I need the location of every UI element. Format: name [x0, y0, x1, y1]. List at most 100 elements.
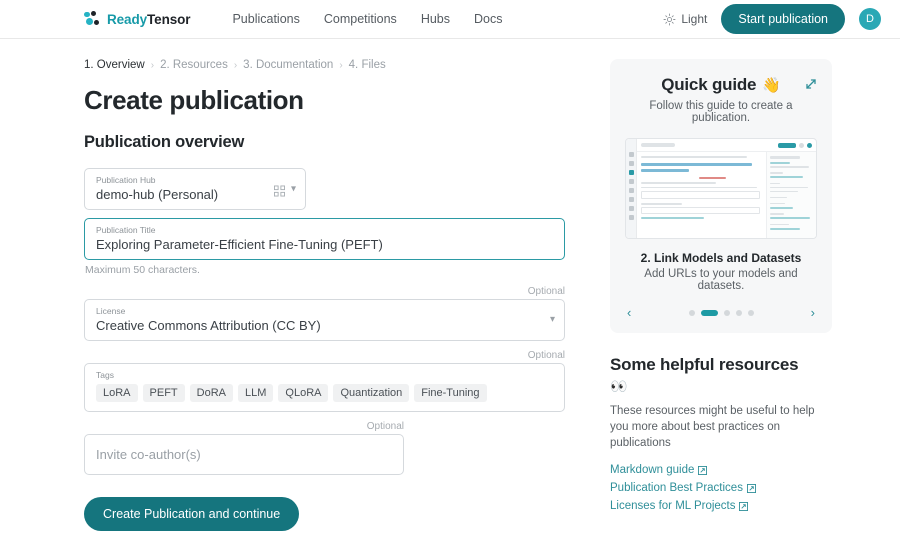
tags-input[interactable]: Tags LoRA PEFT DoRA LLM QLoRA Quantizati…	[84, 363, 565, 412]
tag-chip[interactable]: Quantization	[333, 384, 410, 402]
carousel-dot-active[interactable]	[700, 309, 718, 316]
thumbnail-topbar	[637, 139, 816, 152]
waving-hand-icon: 👋	[762, 77, 781, 94]
publication-hub-icons: ▾	[273, 184, 296, 197]
nav-item-hubs[interactable]: Hubs	[421, 12, 450, 26]
page-title: Create publication	[84, 85, 304, 115]
expand-arrows-icon[interactable]	[804, 77, 818, 91]
quick-guide-slide-description: Add URLs to your models and datasets.	[644, 268, 798, 292]
coauthors-field: Optional Invite co-author(s)	[84, 421, 404, 475]
brand-logo[interactable]: ReadyTensor	[84, 10, 191, 28]
publication-title-value: Exploring Parameter-Efficient Fine-Tunin…	[96, 237, 383, 252]
resource-link-publication-best-practices[interactable]: Publication Best Practices	[610, 482, 832, 494]
carousel-dots	[688, 309, 754, 316]
breadcrumb-item-files[interactable]: 4. Files	[349, 59, 386, 71]
chevron-down-icon[interactable]: ▾	[291, 184, 296, 194]
breadcrumb-separator: ›	[233, 59, 238, 71]
header-actions: Light Start publication D	[663, 4, 881, 34]
theme-toggle-label: Light	[681, 12, 708, 26]
external-link-icon	[739, 501, 749, 511]
carousel-dot[interactable]	[723, 309, 730, 316]
eyes-icon: 👀	[610, 378, 628, 394]
publication-title-helper: Maximum 50 characters.	[85, 264, 200, 276]
thumbnail-columns	[637, 152, 816, 238]
license-icons: ▾	[550, 315, 555, 325]
thumbnail-details-panel	[766, 152, 816, 238]
grid-apps-icon[interactable]	[273, 184, 285, 197]
start-publication-button[interactable]: Start publication	[721, 4, 845, 34]
helpful-resources-section: Some helpful resources 👀 These resources…	[610, 355, 832, 512]
nav-item-competitions[interactable]: Competitions	[324, 12, 397, 26]
nav-item-publications[interactable]: Publications	[232, 12, 299, 26]
breadcrumb-separator: ›	[150, 59, 155, 71]
helpful-resources-links: Markdown guide Publication Best Practice…	[610, 464, 832, 512]
breadcrumb-separator: ›	[339, 59, 343, 71]
breadcrumb-item-overview[interactable]: 1. Overview	[84, 59, 145, 71]
quick-guide-subtitle: Follow this guide to create a publicatio…	[649, 100, 793, 124]
license-label: License	[96, 306, 126, 316]
section-title: Publication overview	[84, 133, 245, 151]
tag-chip[interactable]: LLM	[238, 384, 274, 402]
tag-chip[interactable]: LoRA	[96, 384, 138, 402]
tag-chip[interactable]: PEFT	[142, 384, 185, 402]
carousel-dot[interactable]	[688, 309, 695, 316]
quick-guide-carousel: ‹ ›	[624, 306, 818, 319]
tag-chip[interactable]: DoRA	[189, 384, 233, 402]
tag-chip[interactable]: Fine-Tuning	[414, 384, 487, 402]
helpful-resources-title: Some helpful resources	[610, 355, 799, 374]
publication-title-input[interactable]: Publication Title Exploring Parameter-Ef…	[84, 218, 565, 260]
thumbnail-side-rail	[626, 139, 637, 238]
theme-toggle[interactable]: Light	[663, 12, 707, 26]
breadcrumb: 1. Overview › 2. Resources › 3. Document…	[84, 59, 589, 71]
resource-link-label: Publication Best Practices	[610, 482, 743, 494]
breadcrumb-item-resources[interactable]: 2. Resources	[160, 59, 228, 71]
quick-guide-thumbnail[interactable]	[625, 138, 817, 239]
app-header: ReadyTensor Publications Competitions Hu…	[0, 0, 900, 39]
carousel-prev-button[interactable]: ‹	[627, 306, 631, 319]
quick-guide-title-row: Quick guide 👋	[661, 75, 781, 95]
resource-link-label: Markdown guide	[610, 464, 695, 476]
tag-chip-list: LoRA PEFT DoRA LLM QLoRA Quantization Fi…	[96, 384, 554, 402]
resource-link-markdown-guide[interactable]: Markdown guide	[610, 464, 832, 476]
chevron-down-icon[interactable]: ▾	[550, 315, 555, 325]
main-nav: Publications Competitions Hubs Docs	[232, 12, 502, 26]
publication-title-label: Publication Title	[96, 225, 156, 235]
quick-guide-header: Quick guide 👋	[624, 75, 818, 95]
license-select[interactable]: License Creative Commons Attribution (CC…	[84, 299, 565, 341]
create-publication-button[interactable]: Create Publication and continue	[84, 497, 300, 531]
coauthors-input[interactable]: Invite co-author(s)	[84, 434, 404, 475]
sidebar: Quick guide 👋 Follow this guide to creat…	[610, 59, 832, 531]
publication-hub-select[interactable]: Publication Hub demo-hub (Personal) ▾	[84, 168, 306, 210]
publication-title-field: Publication Title Exploring Parameter-Ef…	[84, 218, 565, 276]
breadcrumb-item-documentation[interactable]: 3. Documentation	[243, 59, 333, 71]
publication-hub-label: Publication Hub	[96, 175, 156, 185]
license-optional-label: Optional	[527, 286, 565, 297]
brand-text-tensor: Tensor	[147, 11, 191, 27]
resource-link-label: Licenses for ML Projects	[610, 500, 736, 512]
user-avatar[interactable]: D	[859, 8, 881, 30]
brand-text: ReadyTensor	[107, 11, 191, 27]
logo-dots-icon	[84, 10, 101, 28]
carousel-dot[interactable]	[747, 309, 754, 316]
coauthors-placeholder: Invite co-author(s)	[96, 447, 201, 462]
publication-hub-value: demo-hub (Personal)	[96, 187, 219, 202]
tags-label: Tags	[96, 370, 114, 380]
license-field: Optional License Creative Commons Attrib…	[84, 286, 565, 341]
brand-text-ready: Ready	[107, 11, 148, 27]
external-link-icon	[698, 465, 708, 475]
external-link-icon	[746, 483, 756, 493]
quick-guide-slide-title: 2. Link Models and Datasets	[640, 251, 802, 265]
sun-icon	[663, 13, 676, 26]
coauthors-optional-label: Optional	[366, 421, 404, 432]
page-body: 1. Overview › 2. Resources › 3. Document…	[0, 39, 900, 531]
tags-field: Optional Tags LoRA PEFT DoRA LLM QLoRA Q…	[84, 350, 565, 412]
resource-link-licenses-for-ml-projects[interactable]: Licenses for ML Projects	[610, 500, 832, 512]
tag-chip[interactable]: QLoRA	[278, 384, 329, 402]
tags-optional-label: Optional	[527, 350, 565, 361]
nav-item-docs[interactable]: Docs	[474, 12, 502, 26]
thumbnail-body	[637, 139, 816, 238]
quick-guide-panel: Quick guide 👋 Follow this guide to creat…	[610, 59, 832, 333]
publication-hub-field: Publication Hub demo-hub (Personal) ▾	[84, 168, 306, 210]
carousel-next-button[interactable]: ›	[811, 306, 815, 319]
carousel-dot[interactable]	[735, 309, 742, 316]
